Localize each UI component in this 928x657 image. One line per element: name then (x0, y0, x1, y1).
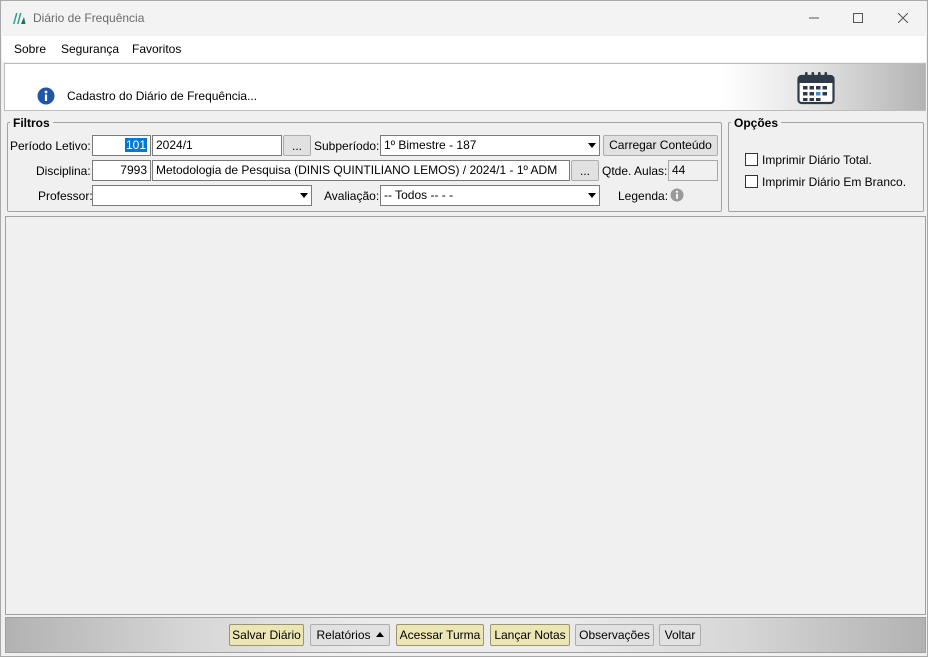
relatorios-button[interactable]: Relatórios (310, 624, 390, 646)
voltar-button[interactable]: Voltar (659, 624, 701, 646)
info-icon (37, 87, 55, 105)
opcoes-group (728, 122, 924, 212)
imprimir-branco-label[interactable]: Imprimir Diário Em Branco. (762, 175, 906, 189)
periodo-code-input[interactable]: 101 (92, 135, 151, 156)
app-logo-icon (13, 13, 26, 24)
minimize-icon (809, 17, 819, 19)
window-title: Diário de Frequência (33, 11, 145, 25)
professor-select[interactable] (92, 185, 312, 206)
menu-bar: Sobre Segurança Favoritos (2, 36, 926, 62)
relatorios-label: Relatórios (316, 628, 371, 642)
opcoes-legend: Opções (731, 116, 782, 130)
imprimir-total-checkbox[interactable] (745, 153, 758, 166)
chevron-down-icon (588, 143, 596, 148)
close-button[interactable] (880, 3, 926, 33)
professor-label: Professor: (38, 189, 93, 203)
maximize-button[interactable] (835, 3, 881, 33)
content-area (5, 216, 926, 615)
header-text: Cadastro do Diário de Frequência... (67, 89, 258, 103)
carregar-conteudo-button[interactable]: Carregar Conteúdo (603, 135, 718, 156)
periodo-lookup-button[interactable]: ... (283, 135, 311, 156)
imprimir-branco-checkbox[interactable] (745, 175, 758, 188)
menu-sobre[interactable]: Sobre (14, 42, 46, 56)
maximize-icon (853, 13, 863, 23)
calendar-icon (797, 72, 835, 105)
avaliacao-value: -- Todos -- - - (384, 188, 454, 202)
subperiodo-label: Subperíodo: (314, 139, 380, 153)
salvar-diario-button[interactable]: Salvar Diário (229, 624, 304, 646)
filtros-legend: Filtros (10, 116, 53, 130)
header-banner: Cadastro do Diário de Frequência... (4, 63, 926, 111)
chevron-down-icon (300, 193, 308, 198)
imprimir-total-label[interactable]: Imprimir Diário Total. (762, 153, 872, 167)
periodo-label: Período Letivo: (10, 139, 91, 153)
disciplina-value-input[interactable]: Metodologia de Pesquisa (DINIS QUINTILIA… (152, 160, 570, 181)
acessar-turma-button[interactable]: Acessar Turma (396, 624, 484, 646)
avaliacao-select[interactable]: -- Todos -- - - (380, 185, 600, 206)
subperiodo-select[interactable]: 1º Bimestre - 187 (380, 135, 600, 156)
close-icon (898, 13, 908, 23)
avaliacao-label: Avaliação: (324, 189, 380, 203)
title-bar[interactable]: Diário de Frequência (1, 1, 927, 35)
periodo-code-text: 101 (124, 138, 147, 152)
app-window: Diário de Frequência Sobre Segurança Fav… (0, 0, 928, 657)
legend-info-icon[interactable] (670, 188, 684, 202)
chevron-up-icon (375, 632, 384, 637)
legenda-label: Legenda: (618, 189, 669, 203)
lancar-notas-button[interactable]: Lançar Notas (490, 624, 570, 646)
disciplina-lookup-button[interactable]: ... (571, 160, 599, 181)
disciplina-code-input[interactable]: 7993 (92, 160, 151, 181)
menu-favoritos[interactable]: Favoritos (132, 42, 181, 56)
subperiodo-value: 1º Bimestre - 187 (384, 138, 477, 152)
qtde-aulas-label: Qtde. Aulas: (602, 164, 668, 178)
qtde-aulas-field: 44 (668, 160, 718, 181)
minimize-button[interactable] (791, 3, 837, 33)
periodo-value-input[interactable]: 2024/1 (152, 135, 282, 156)
chevron-down-icon (588, 193, 596, 198)
disciplina-label: Disciplina: (36, 164, 91, 178)
menu-seguranca[interactable]: Segurança (61, 42, 119, 56)
observacoes-button[interactable]: Observações (575, 624, 654, 646)
